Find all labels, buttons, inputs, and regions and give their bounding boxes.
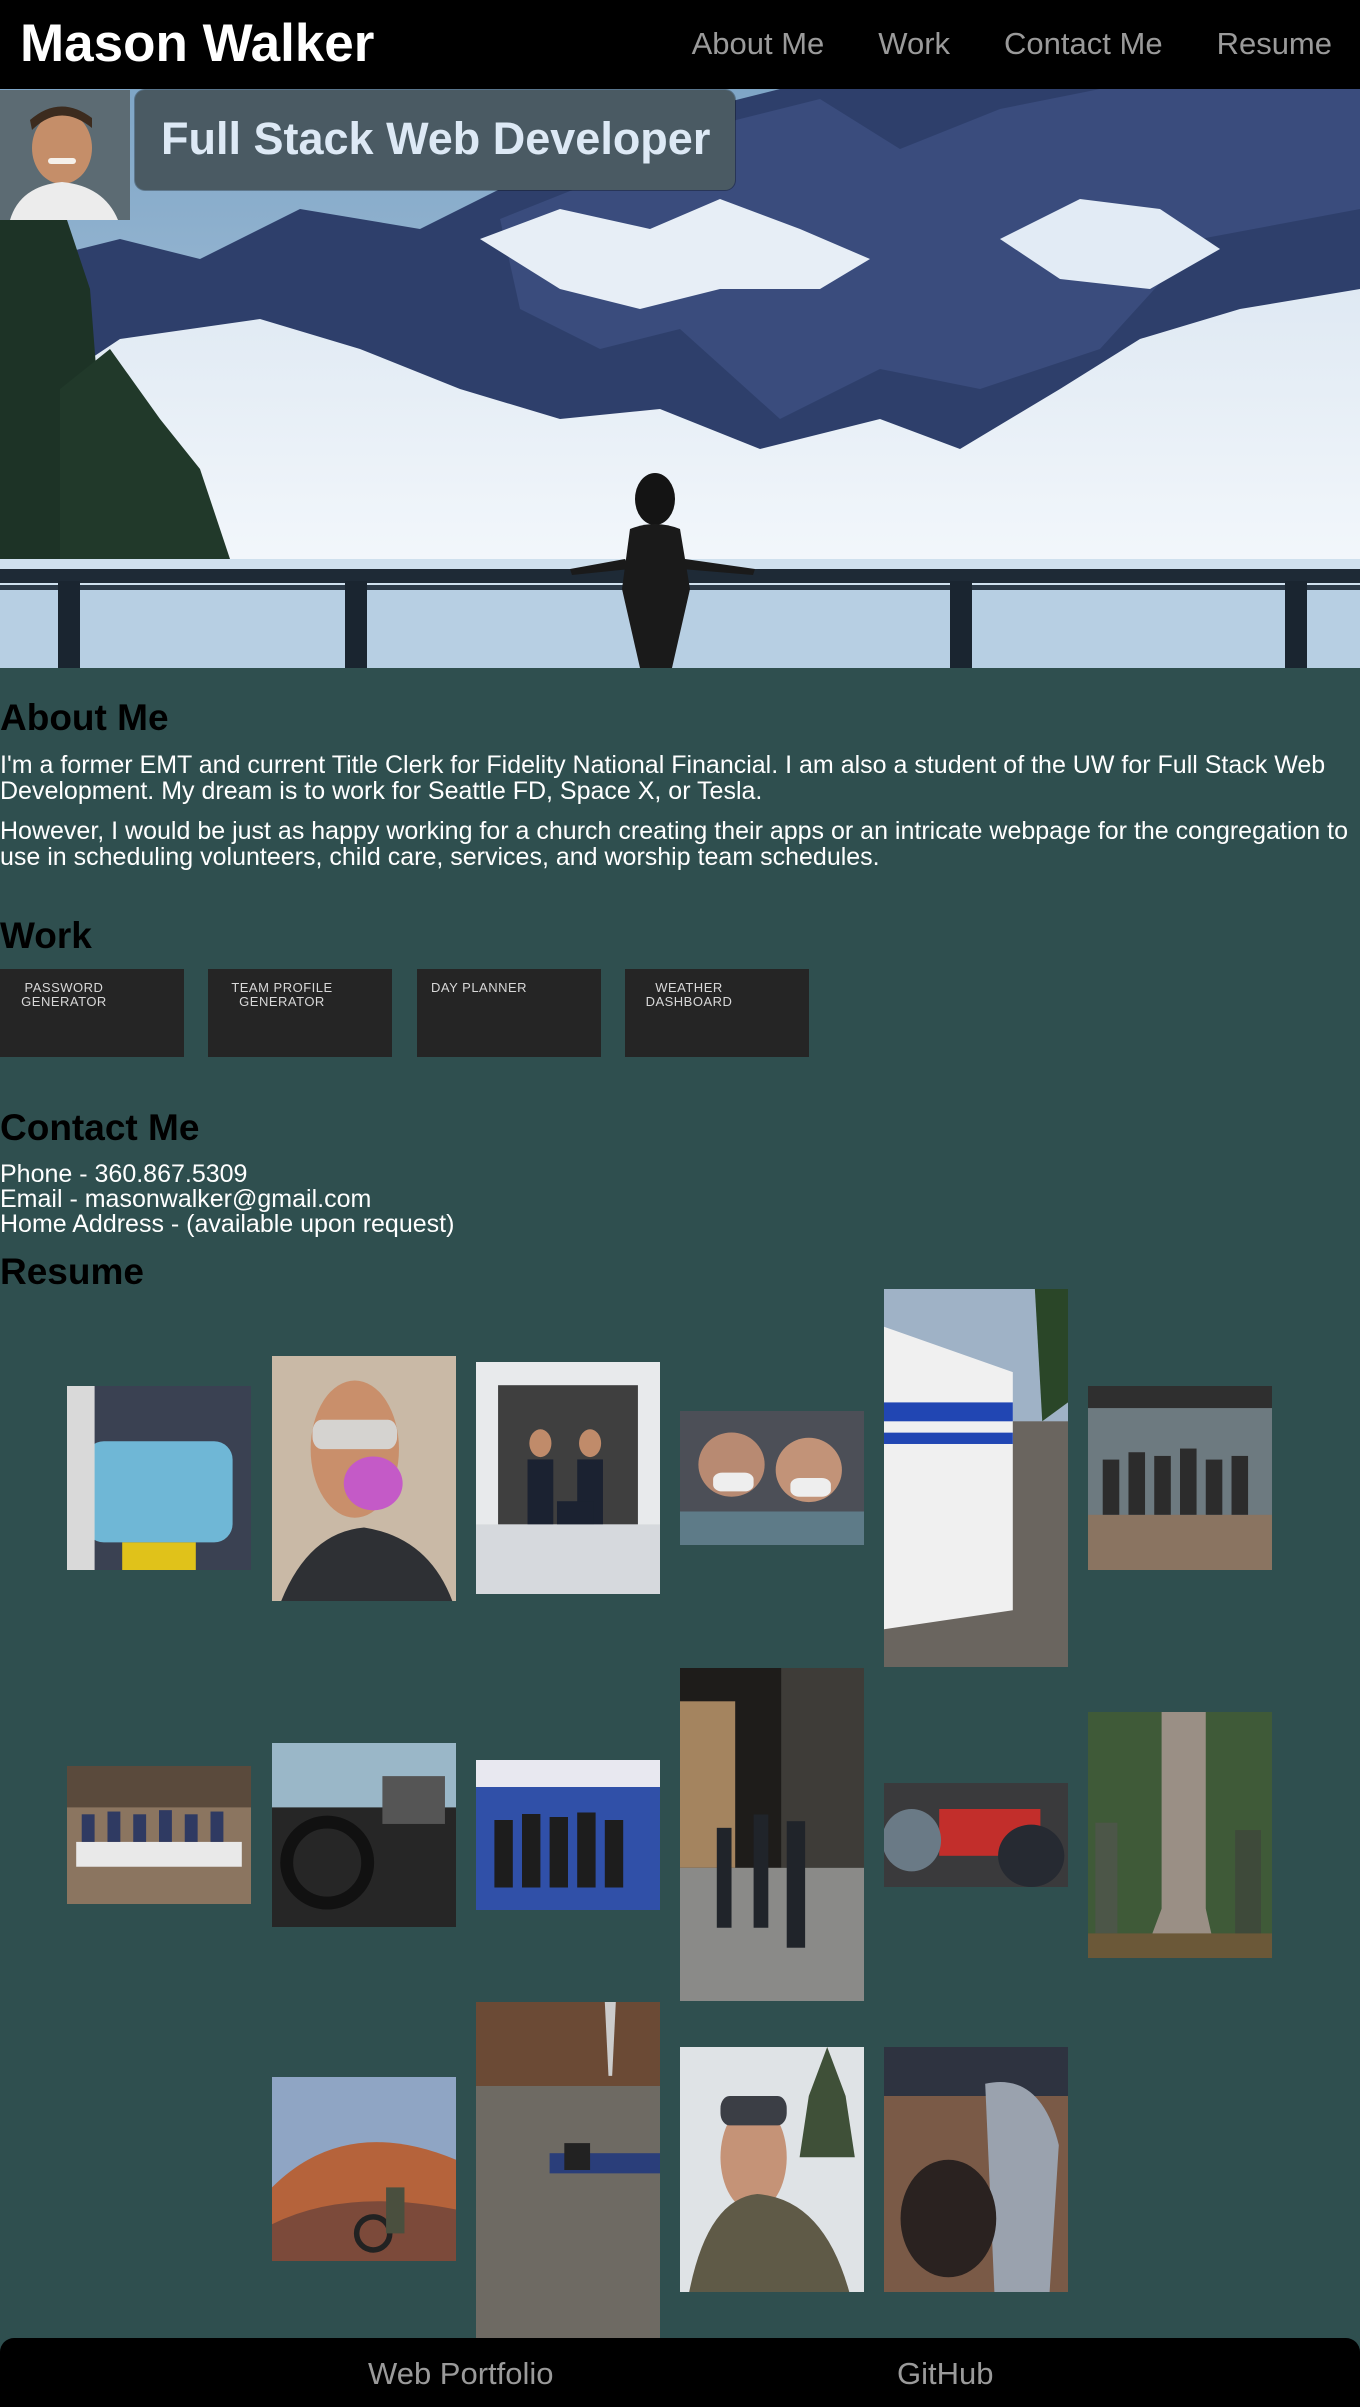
contact-address: Home Address - (available upon request) (0, 1210, 455, 1238)
project-day-planner[interactable]: Day Planner (417, 969, 601, 1057)
work-heading: Work (0, 915, 92, 956)
photo-rock-lying[interactable] (476, 2002, 660, 2338)
photo-ambulance-side[interactable] (884, 1289, 1068, 1667)
photo-fire-truck-night[interactable] (884, 1783, 1068, 1887)
footer-web-portfolio-link[interactable]: Web Portfolio (368, 2356, 554, 2392)
contact-heading: Contact Me (0, 1107, 200, 1148)
about-heading: About Me (0, 697, 169, 738)
project-label: Weather Dashboard (645, 980, 733, 1009)
project-label: Team Profile Generator (231, 980, 333, 1009)
project-team-profile-generator[interactable]: Team Profile Generator (208, 969, 392, 1057)
site-title: Mason Walker (20, 14, 375, 73)
about-paragraph-2: However, I would be just as happy workin… (0, 817, 1348, 871)
main-nav: About Me Work Contact Me Resume (638, 26, 1332, 62)
page-subtitle: Full Stack Web Developer (161, 113, 711, 164)
photo-ambulance-stretcher[interactable] (67, 1386, 251, 1570)
photo-masked-crew[interactable] (680, 1411, 864, 1545)
nav-contact-me[interactable]: Contact Me (1004, 26, 1163, 62)
nav-work[interactable]: Work (878, 26, 950, 62)
project-label: Day Planner (431, 980, 528, 995)
photo-dog-on-couch[interactable] (884, 2047, 1068, 2292)
nav-about-me[interactable]: About Me (692, 26, 825, 62)
about-paragraph-1: I'm a former EMT and current Title Clerk… (0, 751, 1326, 805)
project-label: Password Generator (21, 980, 107, 1009)
contact-phone: Phone - 360.867.5309 (0, 1160, 248, 1188)
resume-heading: Resume (0, 1251, 144, 1292)
project-weather-dashboard[interactable]: Weather Dashboard (625, 969, 809, 1057)
photo-respirator-selfie[interactable] (272, 1356, 456, 1601)
photo-outdoor-group[interactable] (67, 1766, 251, 1904)
site-header: Mason Walker About Me Work Contact Me Re… (0, 0, 1360, 89)
subtitle-box: Full Stack Web Developer (135, 90, 735, 190)
photo-dirt-bike-hill[interactable] (272, 2077, 456, 2261)
photo-camo-portrait[interactable] (680, 2047, 864, 2292)
site-footer: Web Portfolio GitHub (0, 2338, 1360, 2407)
nav-resume[interactable]: Resume (1217, 26, 1332, 62)
photo-city-night-walk[interactable] (680, 1668, 864, 2001)
project-password-generator[interactable]: Password Generator (0, 969, 184, 1057)
profile-avatar (0, 90, 130, 220)
photo-championship-team[interactable] (476, 1760, 660, 1910)
photo-group-event[interactable] (1088, 1386, 1272, 1570)
contact-email: Email - masonwalker@gmail.com (0, 1185, 372, 1213)
photo-ambulance-cab[interactable] (272, 1743, 456, 1927)
photo-big-tree-hike[interactable] (1088, 1712, 1272, 1958)
photo-ambulance-crew[interactable] (476, 1362, 660, 1594)
footer-github-link[interactable]: GitHub (897, 2356, 993, 2392)
